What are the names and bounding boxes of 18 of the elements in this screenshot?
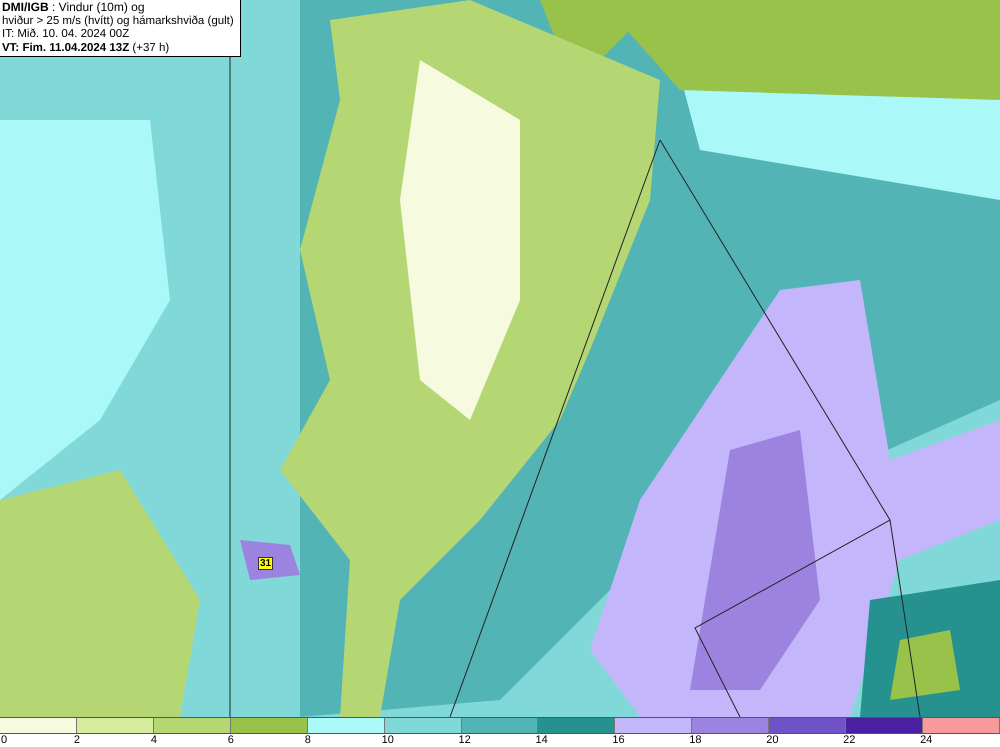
- legend-tick-label: 8: [304, 734, 311, 747]
- legend-tick-label: 6: [228, 734, 234, 747]
- legend-tick-label: 4: [150, 734, 157, 747]
- legend-tick-label: 0: [1, 734, 8, 747]
- map-title-text: VT: Fim. 11.04.2024 13Z (+37 h): [2, 42, 170, 55]
- legend-tick-label: 16: [612, 734, 625, 747]
- map-title-text: DMI/IGB : Vindur (10m) og: [2, 1, 146, 14]
- legend-tick-label: 18: [689, 734, 702, 747]
- legend-tick-label: 14: [535, 734, 548, 747]
- map-title-text: hviður > 25 m/s (hvítt) og hámarkshviða (gult): [2, 14, 235, 28]
- map-title-text: IT: Mið. 10. 04. 2024 00Z: [2, 28, 130, 42]
- legend-tick-label: 20: [766, 734, 778, 747]
- max-gust-label: 31: [258, 557, 274, 570]
- legend-tick-label: 2: [74, 734, 80, 747]
- legend-tick-label: 22: [843, 734, 856, 747]
- legend-tick-label: 10: [382, 734, 394, 747]
- legend-tick-label: 12: [458, 734, 471, 747]
- legend-tick-label: 24: [920, 734, 932, 747]
